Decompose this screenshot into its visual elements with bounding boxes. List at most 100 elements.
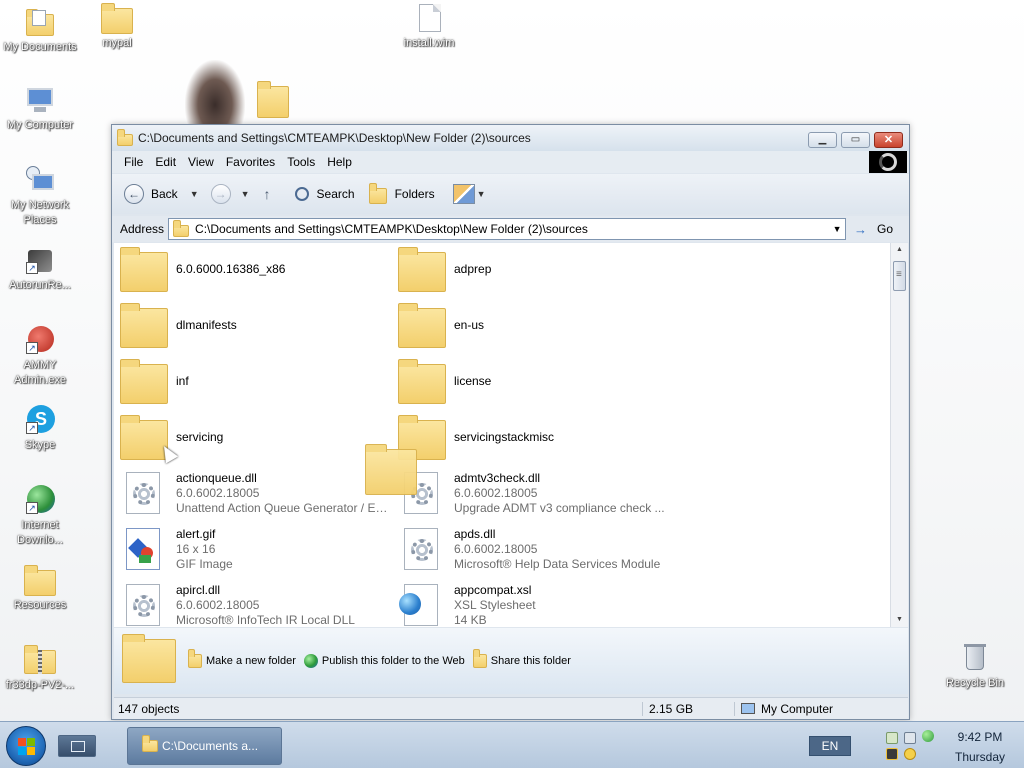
vertical-scrollbar[interactable]: ▲ ▼ [890, 243, 908, 627]
desktop-icon-my-computer[interactable]: My Computer [0, 84, 80, 133]
share-folder-link[interactable]: Share this folder [472, 649, 571, 668]
desktop-icon-skype[interactable]: S ↗ Skype [0, 404, 80, 453]
internet-download-icon: ↗ [24, 484, 56, 516]
back-dropdown-icon[interactable]: ▼ [190, 189, 199, 199]
list-item[interactable]: alert.gif 16 x 16 GIF Image [120, 523, 390, 575]
list-item[interactable]: license [398, 355, 668, 407]
back-label: Back [151, 187, 178, 201]
title-bar[interactable]: C:\Documents and Settings\CMTEAMPK\Deskt… [112, 125, 909, 151]
window-title: C:\Documents and Settings\CMTEAMPK\Deskt… [138, 131, 531, 145]
tray-network-icon[interactable] [886, 732, 898, 744]
item-name: adprep [454, 261, 492, 276]
list-item[interactable]: adprep [398, 243, 668, 295]
show-desktop-button[interactable] [58, 735, 96, 757]
address-dropdown-icon[interactable]: ▼ [829, 219, 845, 239]
network-places-icon [24, 164, 56, 196]
folder-icon [24, 564, 56, 596]
desktop-icon-recycle-bin[interactable]: Recycle Bin [935, 642, 1015, 691]
folder-icon [398, 246, 446, 292]
address-value: C:\Documents and Settings\CMTEAMPK\Deskt… [195, 222, 588, 236]
make-new-folder-link[interactable]: Make a new folder [188, 649, 296, 668]
file-icon [413, 2, 445, 34]
address-input[interactable]: C:\Documents and Settings\CMTEAMPK\Deskt… [168, 218, 847, 240]
desktop-icon-zip[interactable]: fr33dp-PV2-... [0, 644, 80, 693]
menu-help[interactable]: Help [321, 155, 358, 169]
list-item[interactable]: en-us [398, 299, 668, 351]
list-item[interactable]: actionqueue.dll 6.0.6002.18005 Unattend … [120, 467, 391, 519]
desktop-icon-autorun[interactable]: ↗ AutorunRe... [0, 244, 80, 293]
folder-icon [398, 302, 446, 348]
tray-globe-icon[interactable] [922, 730, 934, 742]
folder-tasks-bar: Make a new folder Publish this folder to… [114, 628, 908, 694]
item-name: apds.dll [454, 526, 496, 541]
desktop-icon-internet-download[interactable]: ↗ Internet Downlo... [0, 484, 80, 548]
address-label: Address [120, 222, 165, 236]
desktop-icon-ammy-admin[interactable]: ↗ AMMY Admin.exe [0, 324, 80, 388]
menu-favorites[interactable]: Favorites [220, 155, 281, 169]
tray-shield-icon[interactable] [886, 748, 898, 760]
back-button[interactable]: ← Back ▼ [124, 184, 203, 204]
views-button[interactable]: ▼ [452, 184, 490, 204]
up-arrow-icon: ↑ [263, 186, 271, 202]
desktop-icon-label: My Documents [3, 41, 77, 53]
menu-file[interactable]: File [118, 155, 149, 169]
scroll-down-icon[interactable]: ▼ [891, 613, 908, 627]
list-item[interactable]: dlmanifests [120, 299, 390, 351]
language-indicator[interactable]: EN [809, 736, 851, 756]
menu-view[interactable]: View [182, 155, 220, 169]
forward-button[interactable]: → ▼ [210, 184, 254, 204]
item-name: apircl.dll [176, 582, 221, 597]
xsl-file-icon [398, 582, 446, 627]
drag-ghost-folder-icon [365, 444, 417, 495]
menu-tools[interactable]: Tools [281, 155, 321, 169]
desktop-icon-label: Resources [13, 599, 67, 611]
clock[interactable]: 9:42 PM Thursday [946, 727, 1014, 767]
open-folder-icon [122, 634, 176, 683]
list-item[interactable]: 6.0.6000.16386_x86 [120, 243, 390, 295]
folder-icon [173, 219, 190, 237]
desktop-icon-label: My Computer [6, 119, 74, 131]
dll-file-icon [120, 582, 168, 627]
taskbar-explorer-label: C:\Documents a... [162, 739, 259, 753]
item-name: actionqueue.dll [176, 470, 257, 485]
scroll-thumb[interactable] [893, 261, 906, 291]
clock-time: 9:42 PM [957, 730, 1003, 744]
publish-folder-link[interactable]: Publish this folder to the Web [303, 654, 465, 668]
folder-icon [117, 128, 133, 146]
scroll-up-icon[interactable]: ▲ [891, 243, 908, 257]
forward-dropdown-icon[interactable]: ▼ [241, 189, 250, 199]
folder-icon [120, 302, 168, 348]
maximize-button[interactable]: ▭ [841, 132, 870, 148]
close-button[interactable]: ✕ [874, 132, 903, 148]
desktop-icon-my-documents[interactable]: My Documents [0, 6, 80, 55]
minimize-button[interactable]: ▁ [808, 132, 837, 148]
windows-throbber-icon [869, 151, 907, 173]
start-button[interactable] [6, 726, 46, 766]
tray-monitor-icon[interactable] [904, 732, 916, 744]
my-computer-icon [741, 703, 755, 714]
make-folder-label: Make a new folder [206, 655, 296, 667]
list-item[interactable]: inf [120, 355, 390, 407]
folders-button[interactable]: Folders [368, 183, 435, 204]
list-item[interactable]: apds.dll 6.0.6002.18005 Microsoft® Help … [398, 523, 668, 575]
list-item[interactable]: servicingstackmisc [398, 411, 668, 463]
list-item[interactable]: admtv3check.dll 6.0.6002.18005 Upgrade A… [398, 467, 668, 519]
item-size: 14 KB [454, 612, 487, 627]
search-button[interactable]: Search [294, 187, 355, 201]
desktop-icon-mypal[interactable]: mypal [77, 2, 157, 51]
go-button[interactable]: → Go [854, 222, 893, 237]
folder-icon [120, 358, 168, 404]
desktop-icon-network-places[interactable]: My Network Places [0, 164, 80, 228]
system-tray [884, 728, 940, 764]
item-name: servicingstackmisc [454, 429, 555, 444]
up-button[interactable]: ↑ [260, 186, 285, 202]
zip-folder-icon [24, 644, 56, 676]
tray-smiley-icon[interactable] [904, 748, 916, 760]
desktop-icon-install-wim[interactable]: install.wim [389, 2, 469, 51]
item-name: inf [176, 373, 189, 388]
desktop-icon-resources[interactable]: Resources [0, 564, 80, 613]
menu-edit[interactable]: Edit [149, 155, 182, 169]
list-item[interactable]: appcompat.xsl XSL Stylesheet 14 KB [398, 579, 668, 627]
taskbar-explorer-button[interactable]: C:\Documents a... [127, 727, 282, 765]
list-item[interactable]: apircl.dll 6.0.6002.18005 Microsoft® Inf… [120, 579, 390, 627]
